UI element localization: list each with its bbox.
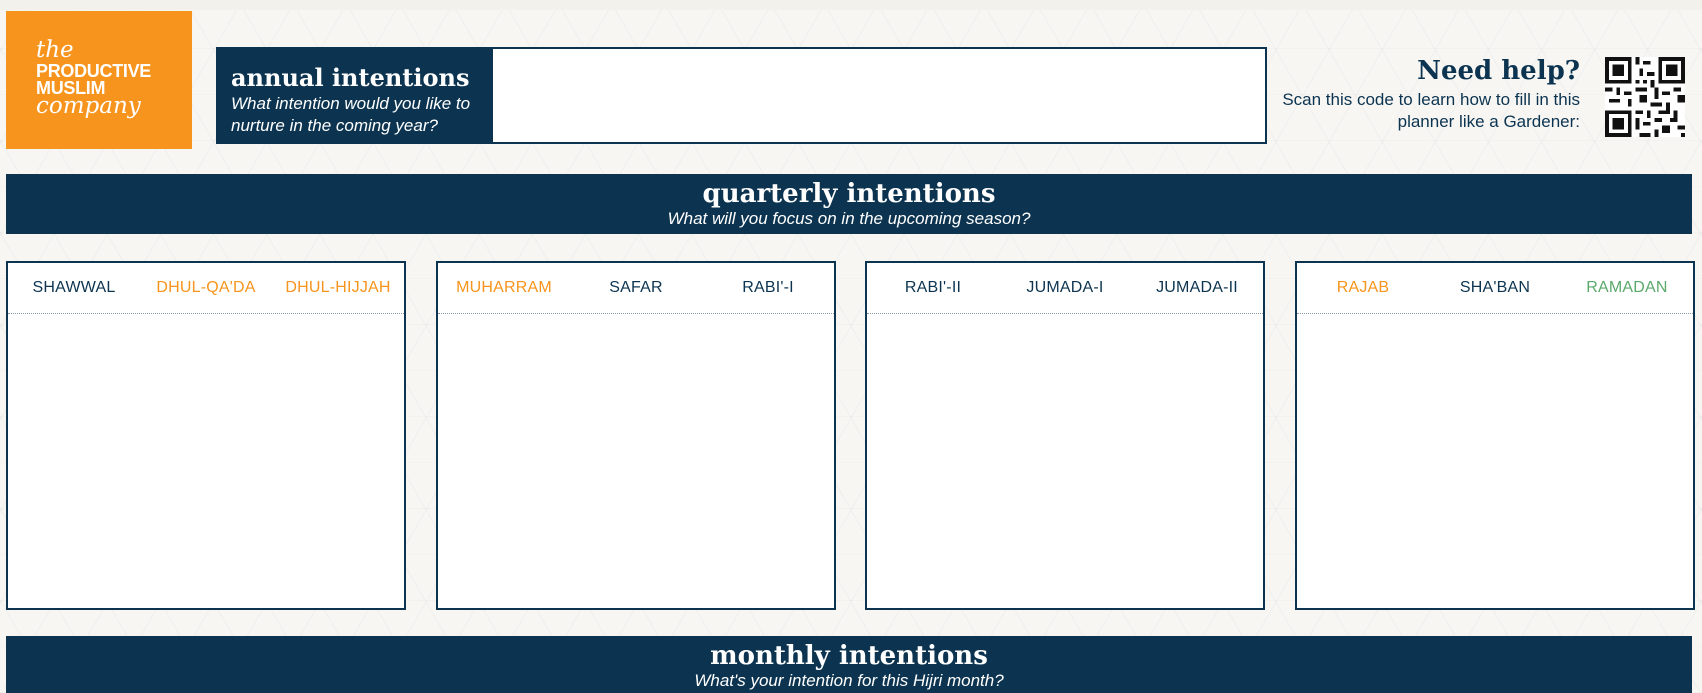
quarter-writing-area[interactable]: [8, 314, 404, 608]
monthly-intentions-subtitle: What's your intention for this Hijri mon…: [694, 671, 1004, 690]
quarter-box-3[interactable]: RABI'-II JUMADA-I JUMADA-II: [865, 261, 1265, 610]
quarter-writing-area[interactable]: [867, 314, 1263, 608]
month-label: RABI'-II: [904, 279, 962, 296]
quarterly-intentions-title: quarterly intentions: [702, 179, 996, 209]
month-label: DHUL-QA'DA: [156, 279, 256, 296]
quarter-month-row: MUHARRAM SAFAR RABI'-I: [438, 263, 834, 314]
quarter-box-2[interactable]: MUHARRAM SAFAR RABI'-I: [436, 261, 836, 610]
month-label: JUMADA-II: [1156, 279, 1238, 296]
month-label: SHAWWAL: [32, 279, 116, 296]
qr-code-icon[interactable]: [1605, 57, 1685, 137]
month-label: SHA'BAN: [1459, 279, 1531, 296]
quarter-month-row: RABI'-II JUMADA-I JUMADA-II: [867, 263, 1263, 314]
month-label: SAFAR: [609, 279, 663, 296]
month-label: RABI'-I: [742, 279, 794, 296]
month-label: MUHARRAM: [456, 279, 552, 296]
quarterly-intentions-header: quarterly intentions What will you focus…: [6, 174, 1692, 234]
quarter-writing-area[interactable]: [1297, 314, 1693, 608]
help-title: Need help?: [1417, 56, 1580, 86]
quarter-box-1[interactable]: SHAWWAL DHUL-QA'DA DHUL-HIJJAH: [6, 261, 406, 610]
monthly-intentions-header: monthly intentions What's your intention…: [6, 636, 1692, 693]
logo-word-company: company: [36, 93, 141, 119]
month-label: JUMADA-I: [1026, 279, 1104, 296]
month-label: RAMADAN: [1586, 279, 1668, 296]
company-logo: the PRODUCTIVE MUSLIM company: [6, 11, 192, 149]
annual-intentions-field[interactable]: annual intentions What intention would y…: [216, 47, 1267, 144]
quarter-month-row: RAJAB SHA'BAN RAMADAN: [1297, 263, 1693, 314]
month-label: DHUL-HIJJAH: [285, 279, 391, 296]
annual-intentions-title: annual intentions: [231, 63, 470, 92]
quarter-writing-area[interactable]: [438, 314, 834, 608]
logo-word-the: the: [36, 37, 74, 63]
quarter-box-4[interactable]: RAJAB SHA'BAN RAMADAN: [1295, 261, 1695, 610]
month-label: RAJAB: [1336, 279, 1390, 296]
help-text: Scan this code to learn how to fill in t…: [1282, 90, 1580, 131]
monthly-intentions-title: monthly intentions: [710, 641, 988, 671]
quarter-month-row: SHAWWAL DHUL-QA'DA DHUL-HIJJAH: [8, 263, 404, 314]
quarterly-intentions-subtitle: What will you focus on in the upcoming s…: [667, 209, 1031, 228]
annual-intentions-label: annual intentions What intention would y…: [218, 49, 493, 142]
top-strip: [0, 0, 1702, 10]
annual-intentions-prompt: What intention would you like to nurture…: [231, 94, 471, 135]
